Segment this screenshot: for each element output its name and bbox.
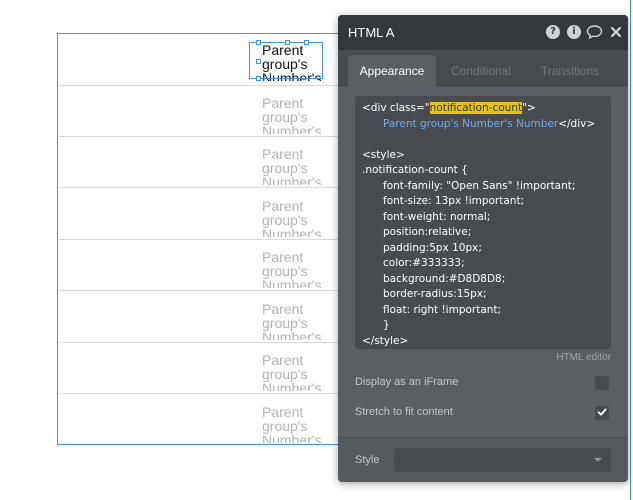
tab-conditional[interactable]: Conditional xyxy=(439,55,523,87)
dynamic-expression[interactable]: Parent group's Number's Number xyxy=(383,118,558,130)
html-code-editor[interactable]: <div class="notification-count"> Parent … xyxy=(355,96,611,349)
iframe-label: Display as an iFrame xyxy=(355,376,459,388)
chevron-down-icon xyxy=(594,458,602,462)
style-section: Style xyxy=(338,437,628,482)
code-line: font-family: "Open Sans" !important; xyxy=(383,179,576,192)
code-line: <div class="notification-count"> xyxy=(362,101,604,117)
code-text: <div class=" xyxy=(362,102,430,114)
html-element-text: Parent group's Number's xyxy=(262,199,322,237)
style-label: Style xyxy=(355,454,380,466)
canvas-guide-vertical xyxy=(630,0,631,500)
code-text: "> xyxy=(522,102,536,114)
iframe-checkbox[interactable] xyxy=(595,376,609,390)
html-element-text: Parent group's Number's xyxy=(262,96,322,134)
question-icon[interactable]: ? xyxy=(546,25,560,39)
code-line: padding:5px 10px; xyxy=(383,241,482,254)
code-line: background:#D8D8D8; xyxy=(383,272,506,285)
code-line: </style> xyxy=(362,334,409,347)
resize-handle-left[interactable] xyxy=(256,59,261,64)
panel-title: HTML A xyxy=(348,25,395,40)
tab-appearance[interactable]: Appearance xyxy=(348,55,436,87)
panel-header[interactable]: HTML A ? i xyxy=(338,15,628,50)
repeating-group-row[interactable]: Parent group's Number's xyxy=(58,239,346,291)
stretch-checkbox[interactable] xyxy=(595,406,609,420)
close-icon[interactable] xyxy=(610,26,622,38)
checkmark-icon xyxy=(597,408,607,416)
code-line: position:relative; xyxy=(383,226,472,238)
code-highlight: notification-count xyxy=(429,102,523,114)
html-element-text: Parent group's Number's xyxy=(262,250,322,288)
html-element-text: Parent group's Number's xyxy=(262,147,322,185)
style-dropdown[interactable] xyxy=(394,448,611,472)
resize-handle-bottom-left[interactable] xyxy=(256,76,261,81)
code-text: </div> xyxy=(558,117,596,130)
stretch-label: Stretch to fit content xyxy=(355,406,453,418)
property-editor-panel: HTML A ? i Appearance Conditional Transi… xyxy=(338,15,628,482)
code-line: } xyxy=(383,319,390,331)
tab-transitions[interactable]: Transitions xyxy=(528,55,612,87)
code-line: float: right !important; xyxy=(383,303,502,316)
code-line: font-size: 13px !important; xyxy=(383,195,525,207)
resize-handle-top[interactable] xyxy=(285,40,290,45)
code-line: <style> xyxy=(362,148,405,161)
html-element-text: Parent group's Number's xyxy=(262,302,322,340)
repeating-group-row[interactable]: Parent group's Number's xyxy=(58,342,346,394)
resize-handle-top-left[interactable] xyxy=(256,40,261,45)
html-element-text: Parent group's Number's xyxy=(262,353,322,391)
code-line: Parent group's Number's Number</div> xyxy=(362,117,604,133)
html-element-text: Parent group's Number's xyxy=(262,405,322,443)
tab-bar: Appearance Conditional Transitions xyxy=(338,50,628,87)
repeating-group-row[interactable]: Parent group's Number's xyxy=(58,136,346,188)
repeating-group-row[interactable]: Parent group's Number's xyxy=(58,394,346,446)
html-editor-link[interactable]: HTML editor xyxy=(556,352,611,363)
code-line: border-radius:15px; xyxy=(383,288,487,300)
code-line: font-weight: normal; xyxy=(383,210,491,223)
repeating-group[interactable]: Parent group's Number's Parent group's N… xyxy=(57,33,347,445)
code-line: color:#333333; xyxy=(383,257,465,269)
comment-icon[interactable] xyxy=(586,24,603,40)
resize-handle-top-right[interactable] xyxy=(304,40,309,45)
repeating-group-row[interactable]: Parent group's Number's xyxy=(58,291,346,343)
code-line: .notification-count { xyxy=(362,164,468,176)
repeating-group-row[interactable]: Parent group's Number's xyxy=(58,85,346,137)
repeating-group-row[interactable]: Parent group's Number's xyxy=(58,188,346,240)
info-icon[interactable]: i xyxy=(567,25,581,39)
